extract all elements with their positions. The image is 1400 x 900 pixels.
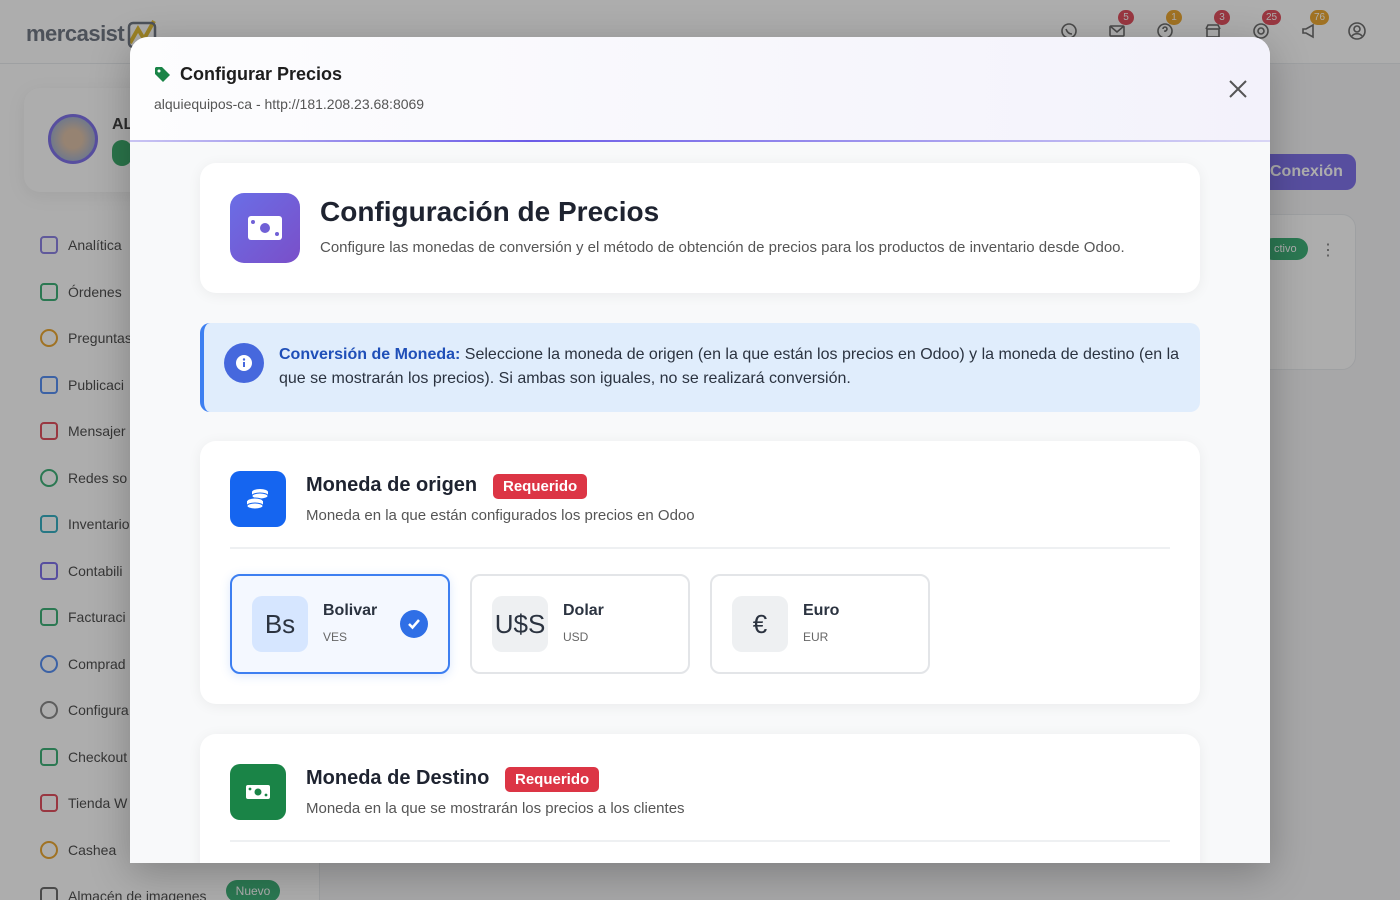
modal-body[interactable]: Configuración de Precios Configure las m… — [130, 144, 1270, 863]
origin-section-description: Moneda en la que están configurados los … — [306, 507, 695, 524]
page-title: Configuración de Precios — [320, 196, 660, 227]
money-bill-icon — [230, 764, 286, 820]
currency-code: VES — [323, 630, 348, 644]
currency-name: Dolar — [563, 602, 604, 619]
info-alert-text: Conversión de Moneda: Seleccione la mone… — [279, 343, 1189, 391]
close-icon — [1229, 80, 1247, 98]
required-badge: Requerido — [493, 474, 588, 499]
currency-option-usd[interactable]: U$S Dolar USD — [470, 574, 690, 674]
modal-subtitle: alquiequipos-ca - http://181.208.23.68:8… — [154, 96, 425, 112]
origin-currency-section: Moneda de origen Requerido Moneda en la … — [200, 441, 1200, 704]
configure-prices-modal: Configurar Precios alquiequipos-ca - htt… — [130, 37, 1270, 863]
currency-code: USD — [563, 630, 589, 644]
destination-section-description: Moneda en la que se mostrarán los precio… — [306, 800, 685, 817]
close-button[interactable] — [1224, 75, 1252, 103]
currency-code: EUR — [803, 630, 829, 644]
tag-icon — [155, 66, 170, 82]
modal-header: Configurar Precios alquiequipos-ca - htt… — [130, 37, 1270, 142]
currency-option-eur[interactable]: € Euro EUR — [710, 574, 930, 674]
currency-option-ves[interactable]: Bs Bolivar VES — [230, 574, 450, 674]
section-divider — [230, 547, 1170, 549]
section-divider — [230, 840, 1170, 842]
currency-name: Bolivar — [323, 602, 378, 619]
info-alert: Conversión de Moneda: Seleccione la mone… — [200, 323, 1200, 412]
coins-icon — [230, 471, 286, 527]
info-alert-label: Conversión de Moneda: — [279, 346, 461, 363]
info-icon — [224, 343, 264, 383]
origin-section-title: Moneda de origen — [306, 474, 478, 496]
check-icon — [400, 610, 428, 638]
pricing-hero-card: Configuración de Precios Configure las m… — [200, 163, 1200, 293]
page-description: Configure las monedas de conversión y el… — [320, 239, 1125, 256]
modal-title: Configurar Precios — [154, 64, 342, 85]
required-badge: Requerido — [505, 767, 600, 792]
currency-symbol: Bs — [252, 596, 308, 652]
destination-currency-section: Moneda de Destino Requerido Moneda en la… — [200, 734, 1200, 863]
destination-section-title: Moneda de Destino — [306, 767, 490, 789]
currency-symbol: U$S — [492, 596, 548, 652]
currency-symbol: € — [732, 596, 788, 652]
money-bill-icon — [230, 193, 300, 263]
modal-title-text: Configurar Precios — [180, 64, 343, 84]
currency-name: Euro — [803, 602, 840, 619]
